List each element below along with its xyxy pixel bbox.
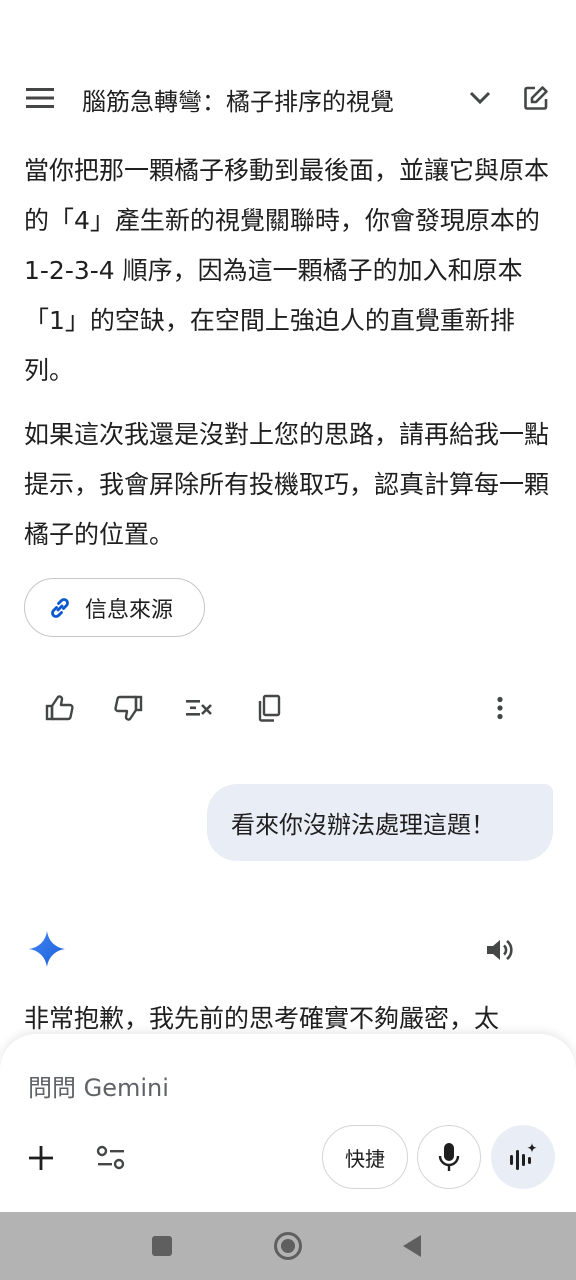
thumbs-up-button[interactable]	[38, 686, 82, 730]
prompt-composer: 問問 Gemini 快捷	[0, 1034, 576, 1212]
back-button[interactable]	[390, 1224, 434, 1268]
recents-button[interactable]	[140, 1224, 184, 1268]
user-message-text: 看來你沒辦法處理這題！	[231, 811, 495, 839]
more-vert-icon	[497, 696, 503, 720]
plus-icon	[29, 1146, 53, 1170]
link-icon	[51, 597, 69, 618]
more-options-button[interactable]	[478, 686, 522, 730]
live-mode-button[interactable]	[491, 1125, 555, 1189]
modify-response-button[interactable]	[177, 686, 221, 730]
sources-button[interactable]: 信息來源	[24, 578, 205, 637]
hamburger-menu-icon	[26, 88, 54, 108]
response-paragraph: 如果這次我還是沒對上您的思路，請再給我一點提示，我會屏除所有投機取巧，認真計算每…	[24, 420, 550, 549]
menu-button[interactable]	[20, 78, 60, 118]
new-chat-icon	[524, 86, 548, 110]
prompt-input[interactable]: 問問 Gemini	[28, 1068, 169, 1103]
response-paragraph: 當你把那一顆橘子移動到最後面，並讓它與原本的「4」產生新的視覺關聯時，你會發現原…	[24, 156, 550, 385]
home-button[interactable]	[266, 1224, 310, 1268]
copy-icon	[258, 694, 281, 722]
tools-icon	[96, 1145, 125, 1170]
thumbs-down-icon	[114, 695, 143, 721]
recents-square-icon	[152, 1236, 172, 1256]
conversation-switcher-button[interactable]	[460, 78, 500, 118]
speaker-icon	[487, 939, 513, 961]
microphone-icon	[438, 1143, 460, 1171]
system-navigation-bar	[0, 1212, 576, 1280]
modify-response-icon	[186, 700, 212, 716]
microphone-button[interactable]	[417, 1125, 481, 1189]
quick-mode-button[interactable]: 快捷	[322, 1125, 408, 1189]
home-circle-icon	[274, 1232, 302, 1260]
user-message-bubble: 看來你沒辦法處理這題！	[207, 784, 553, 861]
top-app-bar: 腦筋急轉彎：橘子排序的視覺	[0, 60, 576, 132]
back-triangle-icon	[403, 1235, 421, 1257]
gemini-spark-icon	[29, 931, 65, 967]
new-chat-button[interactable]	[516, 78, 556, 118]
add-attachment-button[interactable]	[20, 1137, 62, 1179]
tools-button[interactable]	[90, 1137, 132, 1179]
read-aloud-button[interactable]	[478, 928, 522, 972]
thumbs-up-icon	[45, 695, 74, 721]
conversation-title[interactable]: 腦筋急轉彎：橘子排序的視覺	[82, 82, 442, 117]
sources-label: 信息來源	[85, 597, 174, 623]
thumbs-down-button[interactable]	[106, 686, 150, 730]
chevron-down-icon	[469, 91, 491, 105]
live-waveform-icon	[510, 1143, 537, 1170]
copy-button[interactable]	[247, 686, 291, 730]
